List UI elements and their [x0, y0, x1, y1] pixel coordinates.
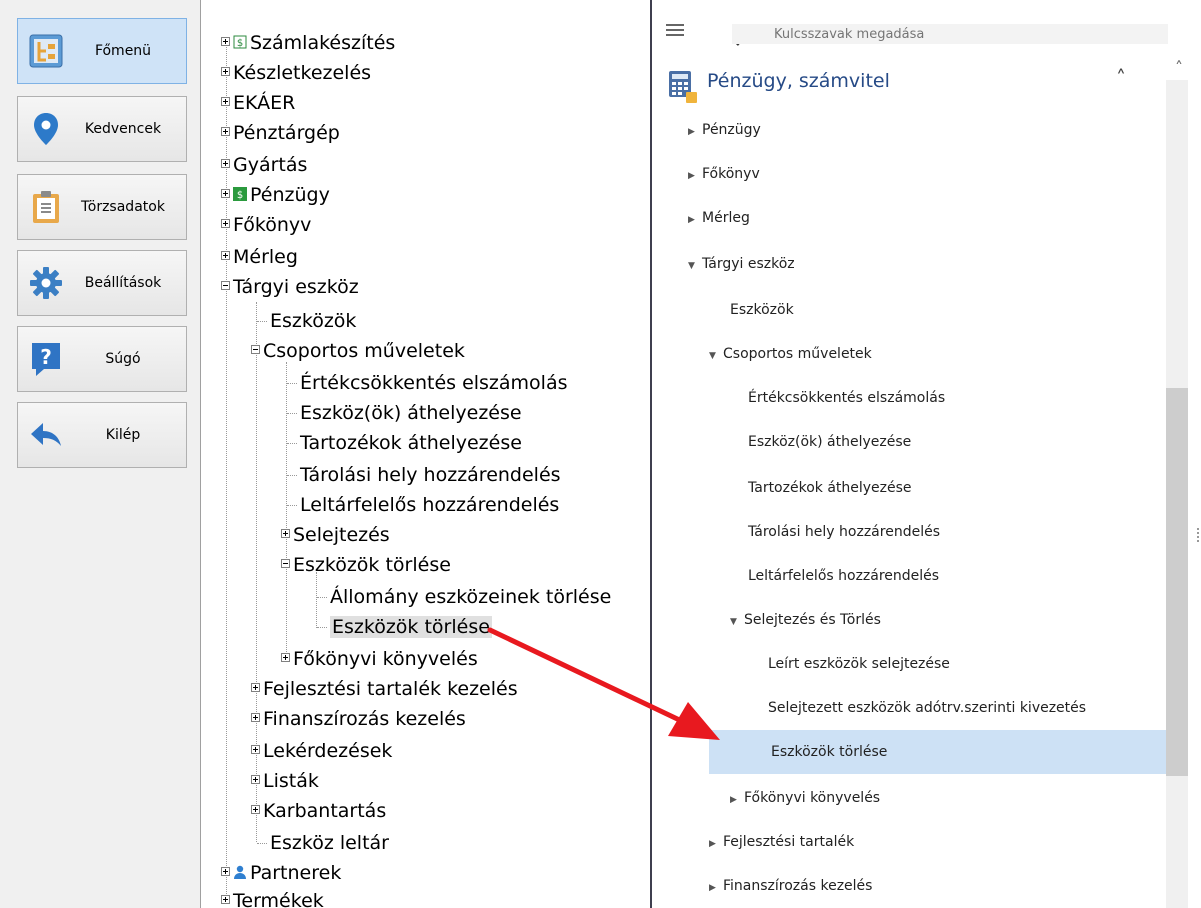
tree-item-fejlesztesi-tartalek[interactable]: Fejlesztési tartalék kezelés — [251, 674, 518, 704]
nav-exit-button[interactable]: Kilép — [17, 402, 187, 468]
menu-item-fokonyvi-konyveles[interactable]: ▶ Főkönyvi könyvelés — [730, 776, 880, 820]
tree-item-eszkozok-torlese[interactable]: Eszközök törlése — [317, 612, 492, 642]
menu-item-eszkozok-athelyezese[interactable]: Eszköz(ök) áthelyezése — [748, 420, 911, 464]
finance-icon: $ — [233, 186, 247, 201]
calculator-icon — [669, 71, 697, 103]
nav-label: Súgó — [105, 351, 141, 367]
person-icon — [234, 865, 246, 879]
tree-item-ertekcsokkentes[interactable]: Értékcsökkentés elszámolás — [287, 368, 568, 398]
expand-right-icon: ▶ — [688, 171, 695, 181]
svg-text:$: $ — [237, 190, 243, 201]
nav-label: Kedvencek — [84, 121, 162, 137]
expand-down-icon: ▼ — [688, 261, 695, 271]
nav-label: Kilép — [105, 427, 141, 443]
nav-label: Beállítások — [84, 275, 162, 291]
scrollbar-thumb[interactable] — [1166, 388, 1188, 776]
side-menu-panel: Pénzügy, számvitel ˄ ˄ ▶Pénzügy ▶Főkönyv… — [652, 0, 1201, 908]
location-pin-icon — [26, 109, 66, 149]
menu-item-merleg[interactable]: ▶ Mérleg — [688, 196, 750, 240]
expand-right-icon: ▶ — [709, 883, 716, 893]
tree-item-karbantartas[interactable]: Karbantartás — [251, 796, 386, 826]
tree-item-merleg[interactable]: Mérleg — [221, 242, 298, 272]
tree-item-eszkozok-athelyezese[interactable]: Eszköz(ök) áthelyezése — [287, 398, 522, 428]
menu-item-finanszirozas[interactable]: ▶ Finanszírozás kezelés — [709, 864, 872, 908]
tree-item-eszkozok-torlese-group[interactable]: Eszközök törlése — [281, 550, 451, 580]
menu-item-eszkozok-torlese[interactable]: Eszközök törlése — [709, 730, 1166, 774]
nav-label: Törzsadatok — [81, 199, 165, 215]
expand-down-icon: ▼ — [730, 617, 737, 627]
nav-favorites-button[interactable]: Kedvencek — [17, 96, 187, 162]
menu-item-leltarfelelos[interactable]: Leltárfelelős hozzárendelés — [748, 554, 939, 598]
svg-text:?: ? — [40, 345, 52, 369]
menu-item-csoportos-muveletek[interactable]: ▼ Csoportos műveletek — [709, 332, 872, 376]
tree-item-penzugy[interactable]: $ Pénzügy — [221, 180, 330, 210]
tree-item-tarolasi-hely[interactable]: Tárolási hely hozzárendelés — [287, 460, 561, 490]
tree-item-gyartas[interactable]: Gyártás — [221, 150, 307, 180]
menu-item-leirt-eszkozok[interactable]: Leírt eszközök selejtezése — [768, 642, 950, 686]
menu-item-targyi-eszkoz[interactable]: ▼ Tárgyi eszköz — [688, 242, 795, 286]
scroll-up-icon[interactable]: ˄ — [1175, 58, 1183, 77]
resize-grip-icon[interactable] — [1197, 528, 1201, 542]
back-arrow-icon — [26, 415, 66, 455]
tree-item-penztargep[interactable]: Pénztárgép — [221, 118, 340, 148]
invoice-icon: $ — [233, 35, 247, 49]
menu-item-eszkozok[interactable]: Eszközök — [730, 288, 794, 332]
help-icon: ? — [26, 339, 66, 379]
tree-item-selejtezes[interactable]: Selejtezés — [281, 520, 390, 550]
tree-item-lekerdezesek[interactable]: Lekérdezések — [251, 736, 392, 766]
tree-item-eszkozok[interactable]: Eszközök — [257, 306, 356, 336]
tree-item-tartozekok-athelyezese[interactable]: Tartozékok áthelyezése — [287, 428, 522, 458]
nav-settings-button[interactable]: Beállítások — [17, 250, 187, 316]
expand-right-icon: ▶ — [688, 215, 695, 225]
menu-item-selejtezes-es-torles[interactable]: ▼ Selejtezés és Törlés — [730, 598, 881, 642]
section-title[interactable]: Pénzügy, számvitel — [707, 70, 890, 92]
tree-item-allomany-torlese[interactable]: Állomány eszközeinek törlése — [317, 582, 611, 612]
menu-tree-panel: $ Számlakészítés Készletkezelés EKÁER Pén… — [200, 0, 651, 908]
tree-item-leltarfelelos[interactable]: Leltárfelelős hozzárendelés — [287, 490, 559, 520]
menu-item-fejlesztesi-tartalek[interactable]: ▶ Fejlesztési tartalék — [709, 820, 854, 864]
tree-item-csoportos-muveletek[interactable]: Csoportos műveletek — [251, 336, 465, 366]
main-menu-icon — [26, 31, 66, 71]
tree-item-termekek[interactable]: Termékek — [221, 886, 324, 908]
menu-item-fokonyv[interactable]: ▶ Főkönyv — [688, 152, 760, 196]
menu-item-tarolasi-hely[interactable]: Tárolási hely hozzárendelés — [748, 510, 940, 554]
tree-item-eszkoz-leltar[interactable]: Eszköz leltár — [257, 828, 389, 858]
svg-text:$: $ — [237, 38, 243, 49]
menu-item-ertekcsokkentes[interactable]: Értékcsökkentés elszámolás — [748, 376, 945, 420]
menu-item-penzugy[interactable]: ▶ Pénzügy — [688, 108, 761, 152]
expand-down-icon: ▼ — [709, 351, 716, 361]
search-input[interactable] — [732, 24, 1168, 44]
hamburger-icon[interactable] — [666, 24, 684, 36]
expand-right-icon: ▶ — [709, 839, 716, 849]
tree-item-partnerek[interactable]: Partnerek — [221, 858, 341, 888]
tree-item-targyi-eszkoz[interactable]: Tárgyi eszköz — [221, 272, 359, 302]
menu-item-selejtezett-eszkozok[interactable]: Selejtezett eszközök adótrv.szerinti kiv… — [768, 686, 1086, 730]
tree-item-finanszirozas[interactable]: Finanszírozás kezelés — [251, 704, 466, 734]
expand-right-icon: ▶ — [688, 127, 695, 137]
nav-help-button[interactable]: ? Súgó — [17, 326, 187, 392]
tree-item-fokonyvi-konyveles[interactable]: Főkönyvi könyvelés — [281, 644, 478, 674]
tree-item-listak[interactable]: Listák — [251, 766, 319, 796]
left-nav-bar: Főmenü Kedvencek Törzsadatok Beállítások… — [0, 0, 200, 908]
nav-main-menu-button[interactable]: Főmenü — [17, 18, 187, 84]
nav-master-data-button[interactable]: Törzsadatok — [17, 174, 187, 240]
tree-item-keszletkezeles[interactable]: Készletkezelés — [221, 58, 371, 88]
expand-right-icon: ▶ — [730, 795, 737, 805]
nav-label: Főmenü — [94, 43, 152, 59]
tree-item-ekaer[interactable]: EKÁER — [221, 88, 295, 118]
collapse-chevron-icon[interactable]: ˄ — [1116, 66, 1126, 90]
tree-item-szamlakeszites[interactable]: $ Számlakészítés — [221, 28, 395, 58]
gear-icon — [26, 263, 66, 303]
clipboard-icon — [26, 187, 66, 227]
tree-item-fokonyv[interactable]: Főkönyv — [221, 210, 311, 240]
menu-item-tartozekok-athelyezese[interactable]: Tartozékok áthelyezése — [748, 466, 912, 510]
